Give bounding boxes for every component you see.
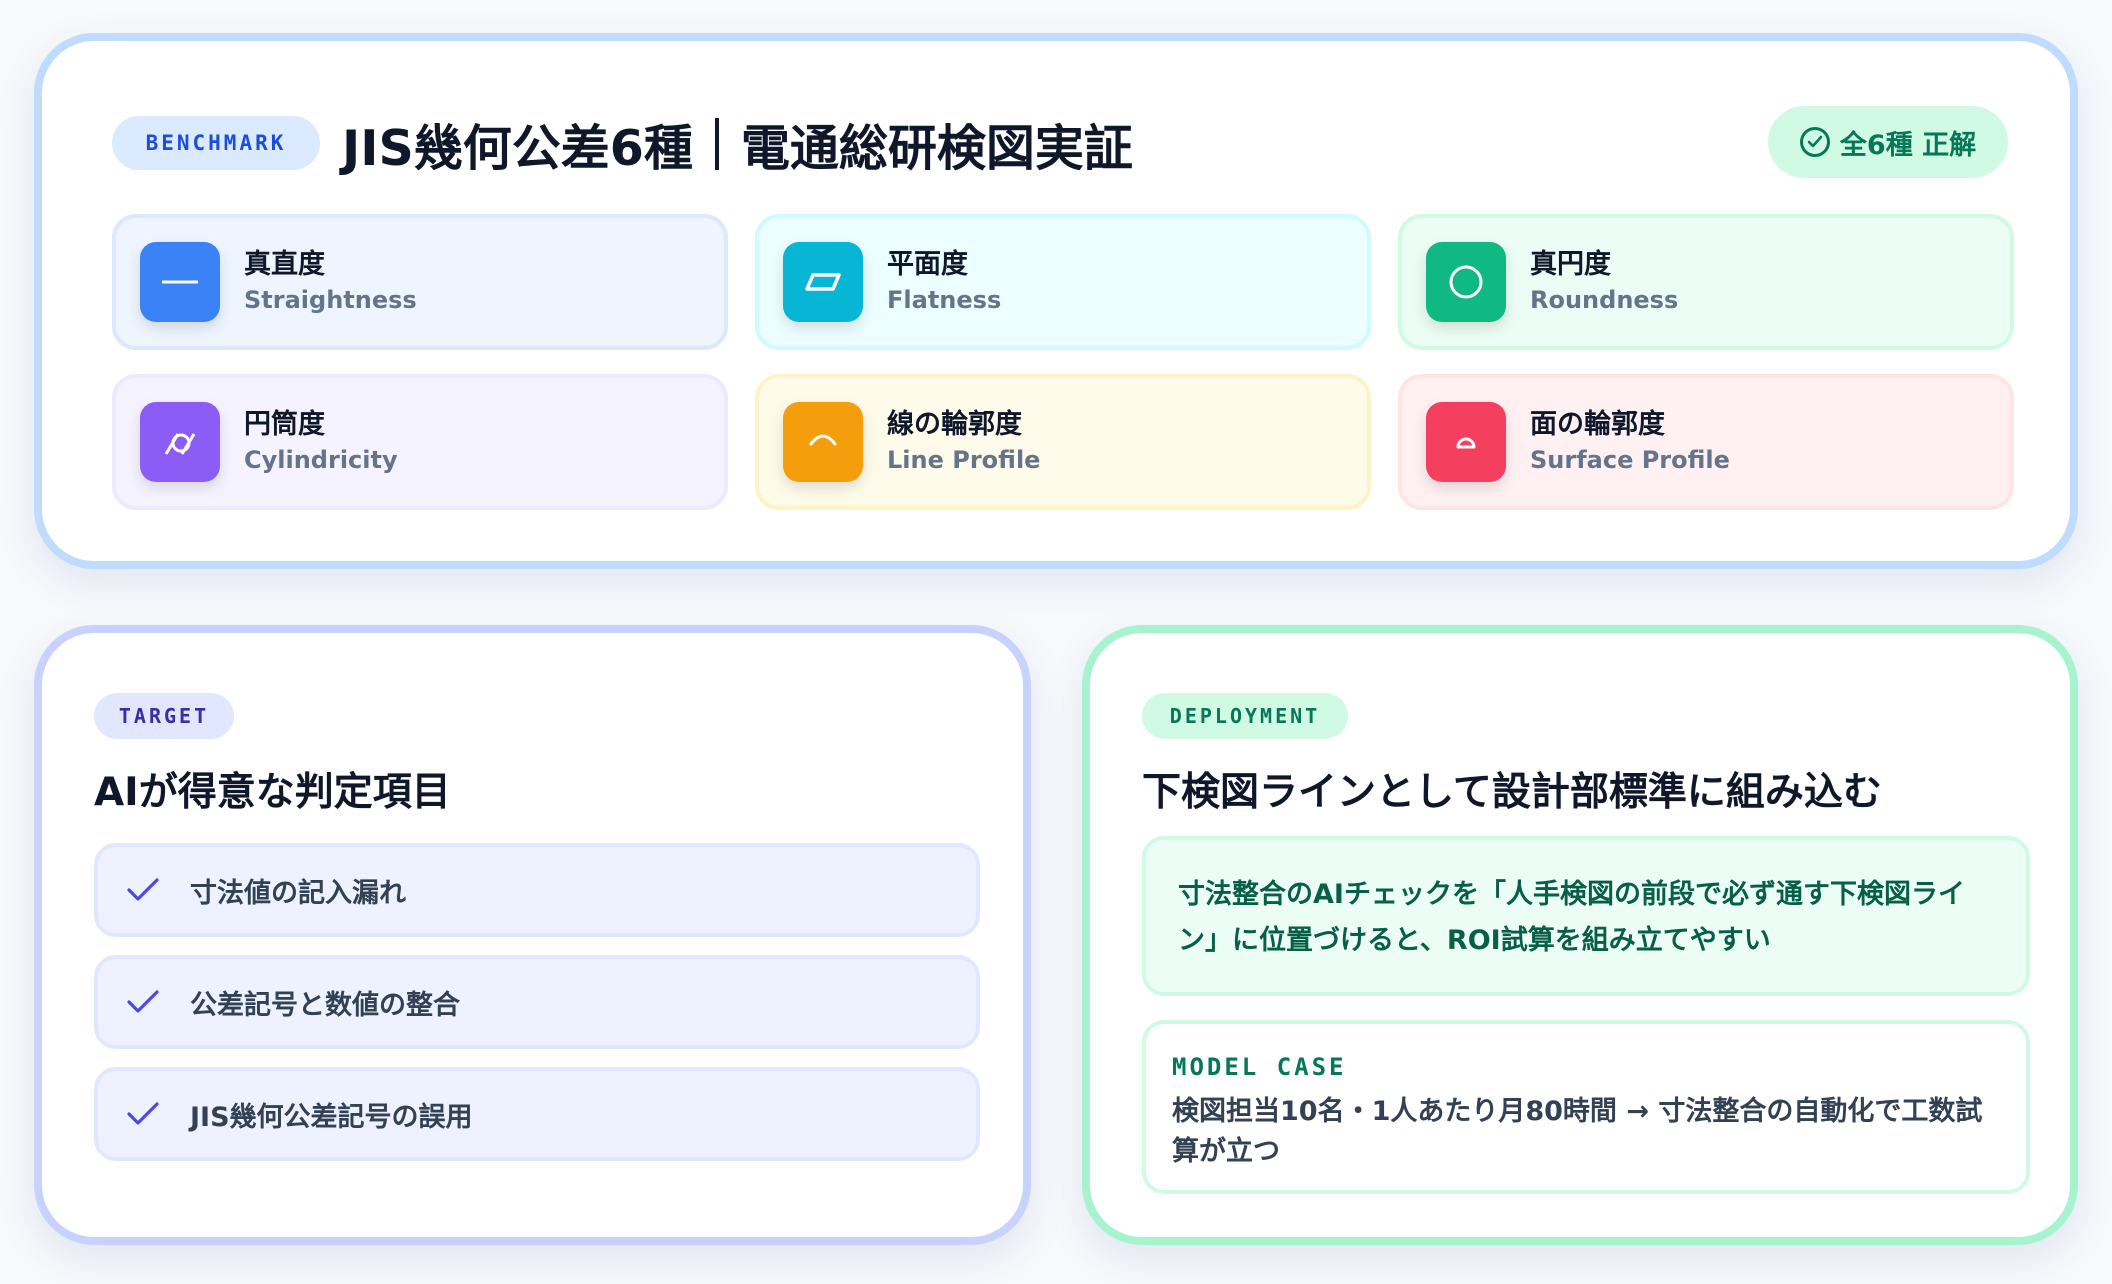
check-circle-icon [1799, 127, 1830, 157]
checkmark-icon [126, 1096, 162, 1132]
deployment-quote-line1: 寸法整合のAIチェックを「人手検図の前段で必ず通す下検図ライ [1178, 879, 1965, 910]
title-separator [714, 118, 719, 170]
benchmark-pill: BENCHMARK [112, 116, 320, 170]
status-badge: 全6種 正解 [1768, 106, 2008, 178]
tile-en-label: Straightness [244, 286, 417, 314]
target-card: TARGET AIが得意な判定項目 寸法値の記入漏れ 公差記号と数値の整合 JI… [34, 625, 1031, 1245]
deployment-pill: DEPLOYMENT [1142, 693, 1348, 739]
tolerance-tile-flatness: 平面度 Flatness [755, 214, 1371, 350]
target-item-label: 寸法値の記入漏れ [190, 877, 406, 909]
deployment-quote: 寸法整合のAIチェックを「人手検図の前段で必ず通す下検図ライ ン」に位置づけると… [1142, 836, 2030, 996]
tile-en-label: Cylindricity [244, 446, 398, 474]
tile-jp-label: 真円度 [1530, 249, 1611, 280]
roundness-icon [1426, 242, 1506, 322]
target-pill: TARGET [94, 693, 234, 739]
deployment-card: DEPLOYMENT 下検図ラインとして設計部標準に組み込む 寸法整合のAIチェ… [1082, 625, 2078, 1245]
model-case-text: 検図担当10名・1人あたり月80時間 → 寸法整合の自動化で工数試 算が立つ [1172, 1092, 2000, 1172]
tolerance-tile-roundness: 真円度 Roundness [1398, 214, 2014, 350]
model-case-box: MODEL CASE 検図担当10名・1人あたり月80時間 → 寸法整合の自動化… [1142, 1020, 2030, 1194]
surface-profile-icon [1426, 402, 1506, 482]
tile-en-label: Line Profile [887, 446, 1041, 474]
benchmark-title: JIS幾何公差6種 電通総研検図実証 [342, 111, 1133, 177]
tile-jp-label: 円筒度 [244, 409, 325, 440]
target-list-item: 寸法値の記入漏れ [94, 843, 980, 937]
target-item-label: JIS幾何公差記号の誤用 [190, 1101, 473, 1133]
model-case-line1: 検図担当10名・1人あたり月80時間 → 寸法整合の自動化で工数試 [1172, 1096, 1983, 1127]
deployment-title: 下検図ラインとして設計部標準に組み込む [1142, 770, 1882, 815]
tile-en-label: Flatness [887, 286, 1002, 314]
target-title: AIが得意な判定項目 [94, 770, 451, 815]
tile-jp-label: 平面度 [887, 249, 968, 280]
benchmark-title-right: 電通総研検図実証 [740, 119, 1133, 177]
target-list-item: 公差記号と数値の整合 [94, 955, 980, 1049]
tile-jp-label: 面の輪郭度 [1530, 409, 1665, 440]
tile-jp-label: 真直度 [244, 249, 325, 280]
model-case-line2: 算が立つ [1172, 1136, 1280, 1167]
model-case-label: MODEL CASE [1172, 1053, 1347, 1081]
tolerance-tile-straightness: 真直度 Straightness [112, 214, 728, 350]
benchmark-card: BENCHMARK JIS幾何公差6種 電通総研検図実証 全6種 正解 真直度 … [34, 33, 2078, 569]
benchmark-title-left: JIS幾何公差6種 [342, 119, 693, 177]
tile-en-label: Roundness [1530, 286, 1679, 314]
flatness-icon [783, 242, 863, 322]
deployment-quote-line2: ン」に位置づけると、ROI試算を組み立てやすい [1178, 925, 1771, 956]
tile-jp-label: 線の輪郭度 [887, 409, 1022, 440]
target-item-label: 公差記号と数値の整合 [190, 989, 460, 1021]
line-profile-icon [783, 402, 863, 482]
tile-en-label: Surface Profile [1530, 446, 1730, 474]
status-badge-label: 全6種 正解 [1839, 129, 1977, 161]
checkmark-icon [126, 872, 162, 908]
straightness-icon [140, 242, 220, 322]
target-list-item: JIS幾何公差記号の誤用 [94, 1067, 980, 1161]
tolerance-tile-surface-profile: 面の輪郭度 Surface Profile [1398, 374, 2014, 510]
cylindricity-icon [140, 402, 220, 482]
tolerance-tile-cylindricity: 円筒度 Cylindricity [112, 374, 728, 510]
checkmark-icon [126, 984, 162, 1020]
tolerance-tile-line-profile: 線の輪郭度 Line Profile [755, 374, 1371, 510]
